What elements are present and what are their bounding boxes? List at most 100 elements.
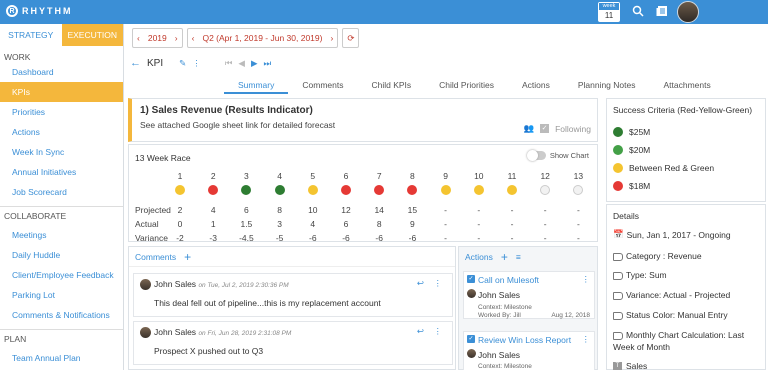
- sidebar-item-priorities[interactable]: Priorities: [0, 102, 123, 122]
- add-comment-icon[interactable]: +: [184, 250, 191, 264]
- more-options-icon[interactable]: ⋮: [582, 274, 591, 285]
- following-checkbox[interactable]: ✓: [540, 124, 550, 133]
- chevron-left-icon[interactable]: ‹: [137, 33, 140, 43]
- chevron-right-icon[interactable]: ›: [330, 33, 333, 43]
- action-checkbox[interactable]: ✓: [467, 335, 475, 343]
- race-cell-actual: 0: [177, 219, 183, 229]
- chevron-left-icon[interactable]: ‹: [192, 33, 195, 43]
- app-logo[interactable]: R RHYTHM: [6, 5, 73, 17]
- status-dot[interactable]: [374, 185, 385, 195]
- tab-comments[interactable]: Comments: [288, 80, 357, 94]
- status-dot[interactable]: [573, 185, 584, 195]
- last-page-icon[interactable]: ⏭: [264, 58, 272, 69]
- comment-author-name: John Sales: [154, 327, 197, 337]
- race-cell-actual: -: [543, 219, 547, 229]
- tab-child-kpis[interactable]: Child KPIs: [357, 80, 425, 94]
- comment-author-name: John Sales: [154, 279, 197, 289]
- chevron-right-icon[interactable]: ›: [175, 33, 178, 43]
- race-cell-variance: -: [510, 233, 514, 243]
- follow-control[interactable]: 👥 ✓ Following: [524, 123, 592, 134]
- race-cell-actual: -: [444, 219, 448, 229]
- details-owner: T Sales: [613, 361, 647, 370]
- quarter-selector[interactable]: ‹ Q2 (Apr 1, 2019 - Jun 30, 2019) ›: [186, 28, 339, 48]
- more-options-icon[interactable]: ⋮: [434, 326, 443, 337]
- add-action-icon[interactable]: +: [501, 250, 508, 264]
- status-dot[interactable]: [407, 185, 418, 195]
- calendar-icon: 📅: [613, 229, 624, 239]
- sidebar-item-job-scorecard[interactable]: Job Scorecard: [0, 182, 123, 202]
- status-dot[interactable]: [440, 185, 451, 195]
- filter-icon[interactable]: ≡: [516, 252, 521, 262]
- people-icon[interactable]: 👥: [524, 123, 535, 134]
- indicator-description: See attached Google sheet link for detai…: [140, 120, 336, 130]
- tab-summary[interactable]: Summary: [224, 80, 289, 94]
- status-dot[interactable]: [341, 185, 351, 195]
- sidebar-item-meetings[interactable]: Meetings: [0, 225, 123, 245]
- next-icon[interactable]: ▶: [251, 58, 258, 69]
- sidebar-item-dashboard[interactable]: Dashboard: [0, 62, 123, 82]
- action-item[interactable]: ✓ Call on Mulesoft ⋮ John Sales Context:…: [463, 271, 595, 319]
- race-cell-actual: 8: [376, 219, 382, 229]
- race-cell-actual: 6: [343, 219, 349, 229]
- tab-execution[interactable]: EXECUTION: [61, 24, 123, 46]
- race-cell-actual: 3: [277, 219, 282, 229]
- edit-icon[interactable]: ✎: [179, 58, 186, 69]
- row-label-actual: Actual: [135, 219, 159, 229]
- week-indicator[interactable]: week 11: [598, 2, 620, 22]
- previous-icon[interactable]: ◀: [238, 58, 245, 69]
- reply-icon[interactable]: ↩: [417, 278, 424, 289]
- race-cell-variance: -6: [375, 233, 383, 243]
- comment-date: on Tue, Jul 2, 2019 2:30:36 PM: [198, 282, 289, 289]
- sidebar-item-team-annual-plan[interactable]: Team Annual Plan: [0, 348, 123, 368]
- sidebar-item-comments-notifications[interactable]: Comments & Notifications: [0, 305, 123, 325]
- action-checkbox[interactable]: ✓: [467, 275, 475, 283]
- year-selector[interactable]: ‹ 2019 ›: [132, 28, 183, 48]
- details-category: Category : Revenue: [613, 250, 763, 262]
- status-dot[interactable]: [175, 185, 185, 195]
- row-label-variance: Variance: [135, 233, 168, 243]
- status-dot[interactable]: [507, 185, 517, 195]
- status-dot[interactable]: [208, 185, 219, 195]
- action-context: Context: Milestone: [478, 363, 532, 370]
- show-chart-toggle[interactable]: Show Chart: [526, 150, 589, 161]
- details-type: Type: Sum: [613, 269, 763, 281]
- first-page-icon[interactable]: ⏮: [225, 58, 233, 69]
- tab-child-priorities[interactable]: Child Priorities: [425, 80, 508, 94]
- more-options-icon[interactable]: ⋮: [192, 58, 201, 69]
- action-title[interactable]: Review Win Loss Report: [478, 335, 571, 345]
- back-arrow-icon[interactable]: ←: [130, 57, 141, 69]
- status-dot[interactable]: [307, 185, 318, 195]
- reply-icon[interactable]: ↩: [417, 326, 424, 337]
- status-dot[interactable]: [540, 185, 551, 195]
- more-options-icon[interactable]: ⋮: [582, 334, 591, 345]
- sidebar-item-actions[interactable]: Actions: [0, 122, 123, 142]
- status-dot[interactable]: [274, 185, 285, 195]
- sidebar-item-week-in-sync[interactable]: Week In Sync: [0, 142, 123, 162]
- week-header: 13: [573, 171, 584, 181]
- comment-item: John Sales on Fri, Jun 28, 2019 2:31:08 …: [133, 321, 453, 365]
- tab-attachments[interactable]: Attachments: [649, 80, 724, 94]
- action-title[interactable]: Call on Mulesoft: [478, 275, 539, 285]
- race-cell-actual: -: [510, 219, 514, 229]
- sidebar-item-feedback[interactable]: Client/Employee Feedback: [0, 265, 123, 285]
- tab-strategy[interactable]: STRATEGY: [0, 24, 62, 46]
- news-feed-icon[interactable]: [655, 5, 669, 19]
- week-header: 1: [177, 171, 183, 181]
- sidebar-item-kpis[interactable]: KPIs: [0, 82, 123, 102]
- user-avatar[interactable]: [677, 1, 699, 23]
- search-icon[interactable]: [631, 5, 645, 19]
- status-dot[interactable]: [473, 185, 484, 195]
- tab-planning-notes[interactable]: Planning Notes: [564, 80, 650, 94]
- status-dot[interactable]: [241, 185, 252, 195]
- kpi-tabs: Summary Comments Child KPIs Child Priori…: [224, 80, 725, 94]
- tab-actions[interactable]: Actions: [508, 80, 564, 94]
- race-cell-actual: 4: [310, 219, 316, 229]
- sidebar-item-parking-lot[interactable]: Parking Lot: [0, 285, 123, 305]
- refresh-button[interactable]: ⟳: [342, 28, 360, 48]
- race-cell-projected: 12: [341, 205, 351, 215]
- more-options-icon[interactable]: ⋮: [434, 278, 443, 289]
- sidebar-item-annual-initiatives[interactable]: Annual Initiatives: [0, 162, 123, 182]
- sidebar-item-daily-huddle[interactable]: Daily Huddle: [0, 245, 123, 265]
- action-item[interactable]: ✓ Review Win Loss Report ⋮ John Sales Co…: [463, 331, 595, 370]
- toggle-switch[interactable]: [526, 150, 546, 161]
